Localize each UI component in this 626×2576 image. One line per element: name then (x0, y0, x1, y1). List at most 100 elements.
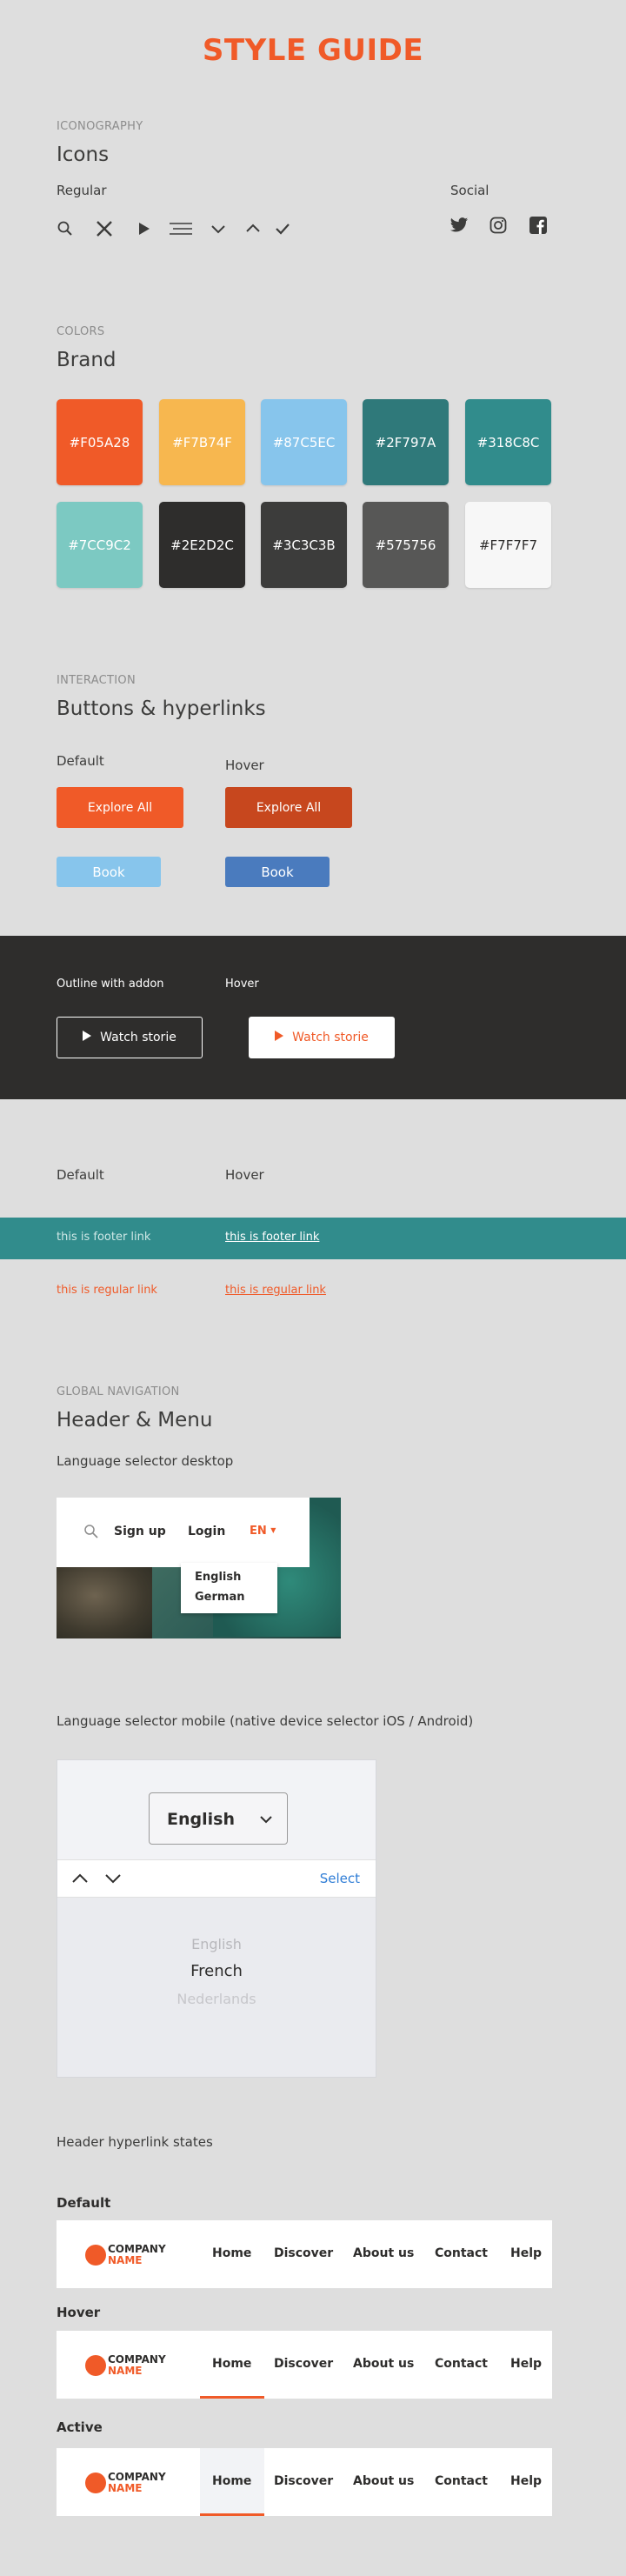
nav-item-home[interactable]: Home (212, 2357, 251, 2371)
logo-mark (85, 2355, 106, 2376)
search-icon[interactable] (83, 1524, 99, 1543)
mobile-language-select[interactable]: English (149, 1792, 288, 1845)
logo-line-1: COMPANY (108, 2471, 166, 2483)
outline-addon-label: Outline with addon (57, 978, 164, 991)
color-swatch: #2E2D2C (159, 502, 245, 588)
mobile-picker-toolbar: Select (57, 1859, 376, 1898)
nav-item-help[interactable]: Help (510, 2357, 542, 2371)
color-swatch: #F7B74F (159, 399, 245, 485)
language-option[interactable]: English (195, 1571, 241, 1584)
footer-link[interactable]: this is footer link (57, 1231, 150, 1244)
mobile-selector-mockup: English Select English French Nederlands (57, 1759, 376, 2078)
nav-item-contact[interactable]: Contact (435, 2357, 488, 2371)
explore-all-button-hover[interactable]: Explore All (225, 787, 352, 828)
colors-eyebrow: COLORS (57, 325, 105, 338)
logo-mark (85, 2245, 106, 2266)
nav-item-contact[interactable]: Contact (435, 2246, 488, 2260)
site-header: COMPANY NAME Home Discover About us Contact He… (57, 2220, 552, 2288)
color-swatch: #F7F7F7 (465, 502, 551, 588)
instagram-icon (488, 215, 509, 236)
chevron-down-icon (259, 1812, 273, 1829)
sign-up-link[interactable]: Sign up (114, 1525, 166, 1538)
header-state-label: Active (57, 2419, 103, 2435)
close-icon (94, 218, 115, 239)
page-title: STYLE GUIDE (202, 33, 424, 68)
explore-all-button[interactable]: Explore All (57, 787, 183, 828)
nav-item-help[interactable]: Help (510, 2474, 542, 2488)
watch-storie-hover-label: Watch storie (292, 1031, 369, 1044)
chevron-up-icon[interactable] (71, 1872, 89, 1889)
interaction-eyebrow: INTERACTION (57, 674, 136, 687)
regular-link[interactable]: this is regular link (57, 1284, 157, 1297)
play-icon (83, 1031, 92, 1044)
picker-option-selected[interactable]: French (57, 1962, 376, 1980)
nav-item-discover[interactable]: Discover (274, 2246, 333, 2260)
desktop-header-bar: Sign up Login EN ▼ (57, 1498, 310, 1567)
header-menu-heading: Header & Menu (57, 1409, 213, 1431)
icons-heading: Icons (57, 143, 110, 166)
play-icon (275, 1031, 284, 1044)
language-dropdown: English German (181, 1563, 277, 1613)
nav-item-discover[interactable]: Discover (274, 2357, 333, 2371)
header-state-label: Hover (57, 2305, 101, 2320)
lang-mobile-label: Language selector mobile (native device … (57, 1713, 474, 1729)
check-icon (272, 218, 293, 239)
footer-link-hover[interactable]: this is footer link (225, 1231, 319, 1244)
rock-image (57, 1567, 152, 1638)
color-swatch: #7CC9C2 (57, 502, 143, 588)
select-button[interactable]: Select (320, 1871, 360, 1886)
links-hover-label: Hover (225, 1167, 264, 1183)
language-code: EN (250, 1525, 267, 1538)
twitter-icon (449, 215, 470, 236)
logo-line-2: NAME (108, 2254, 143, 2266)
buttons-hover-label: Hover (225, 757, 264, 773)
outline-hover-label: Hover (225, 978, 259, 991)
chevron-up-icon (243, 218, 263, 239)
nav-underline (200, 2513, 264, 2516)
iconography-eyebrow: ICONOGRAPHY (57, 120, 143, 133)
search-icon (55, 218, 76, 239)
lang-desktop-label: Language selector desktop (57, 1453, 234, 1469)
watch-storie-label: Watch storie (100, 1031, 176, 1044)
links-default-label: Default (57, 1167, 104, 1183)
color-swatch: #318C8C (465, 399, 551, 485)
color-swatch: #3C3C3B (261, 502, 347, 588)
play-icon (133, 218, 154, 239)
picker-option[interactable]: English (57, 1936, 376, 1952)
chevron-down-icon[interactable] (104, 1872, 122, 1889)
book-button[interactable]: Book (57, 857, 161, 887)
header-states-label: Header hyperlink states (57, 2134, 213, 2150)
logo-line-1: COMPANY (108, 2243, 166, 2255)
logo-mark (85, 2473, 106, 2493)
nav-item-home[interactable]: Home (212, 2474, 251, 2488)
language-option[interactable]: German (195, 1591, 244, 1604)
book-button-hover[interactable]: Book (225, 857, 330, 887)
buttons-heading: Buttons & hyperlinks (57, 697, 266, 720)
social-icons-label: Social (450, 183, 489, 198)
navigation-eyebrow: GLOBAL NAVIGATION (57, 1385, 180, 1398)
login-link[interactable]: Login (188, 1525, 225, 1538)
color-swatch: #87C5EC (261, 399, 347, 485)
regular-link-hover[interactable]: this is regular link (225, 1284, 326, 1297)
picker-option[interactable]: Nederlands (57, 1991, 376, 2007)
color-swatch: #F05A28 (57, 399, 143, 485)
mobile-selected-language: English (167, 1810, 235, 1829)
facebook-icon (528, 215, 549, 236)
color-swatch: #2F797A (363, 399, 449, 485)
watch-storie-button[interactable]: Watch storie (57, 1017, 203, 1058)
logo-line-1: COMPANY (108, 2353, 166, 2366)
nav-item-about-us[interactable]: About us (353, 2357, 414, 2371)
header-state-label: Default (57, 2195, 111, 2211)
nav-item-home[interactable]: Home (212, 2246, 251, 2260)
nav-item-about-us[interactable]: About us (353, 2474, 414, 2488)
logo-line-2: NAME (108, 2365, 143, 2377)
nav-item-contact[interactable]: Contact (435, 2474, 488, 2488)
language-toggle[interactable]: EN ▼ (250, 1525, 276, 1538)
watch-storie-button-hover[interactable]: Watch storie (249, 1017, 395, 1058)
regular-icons-label: Regular (57, 183, 107, 198)
logo-line-2: NAME (108, 2482, 143, 2494)
nav-item-help[interactable]: Help (510, 2246, 542, 2260)
color-swatch: #575756 (363, 502, 449, 588)
nav-item-discover[interactable]: Discover (274, 2474, 333, 2488)
nav-item-about-us[interactable]: About us (353, 2246, 414, 2260)
